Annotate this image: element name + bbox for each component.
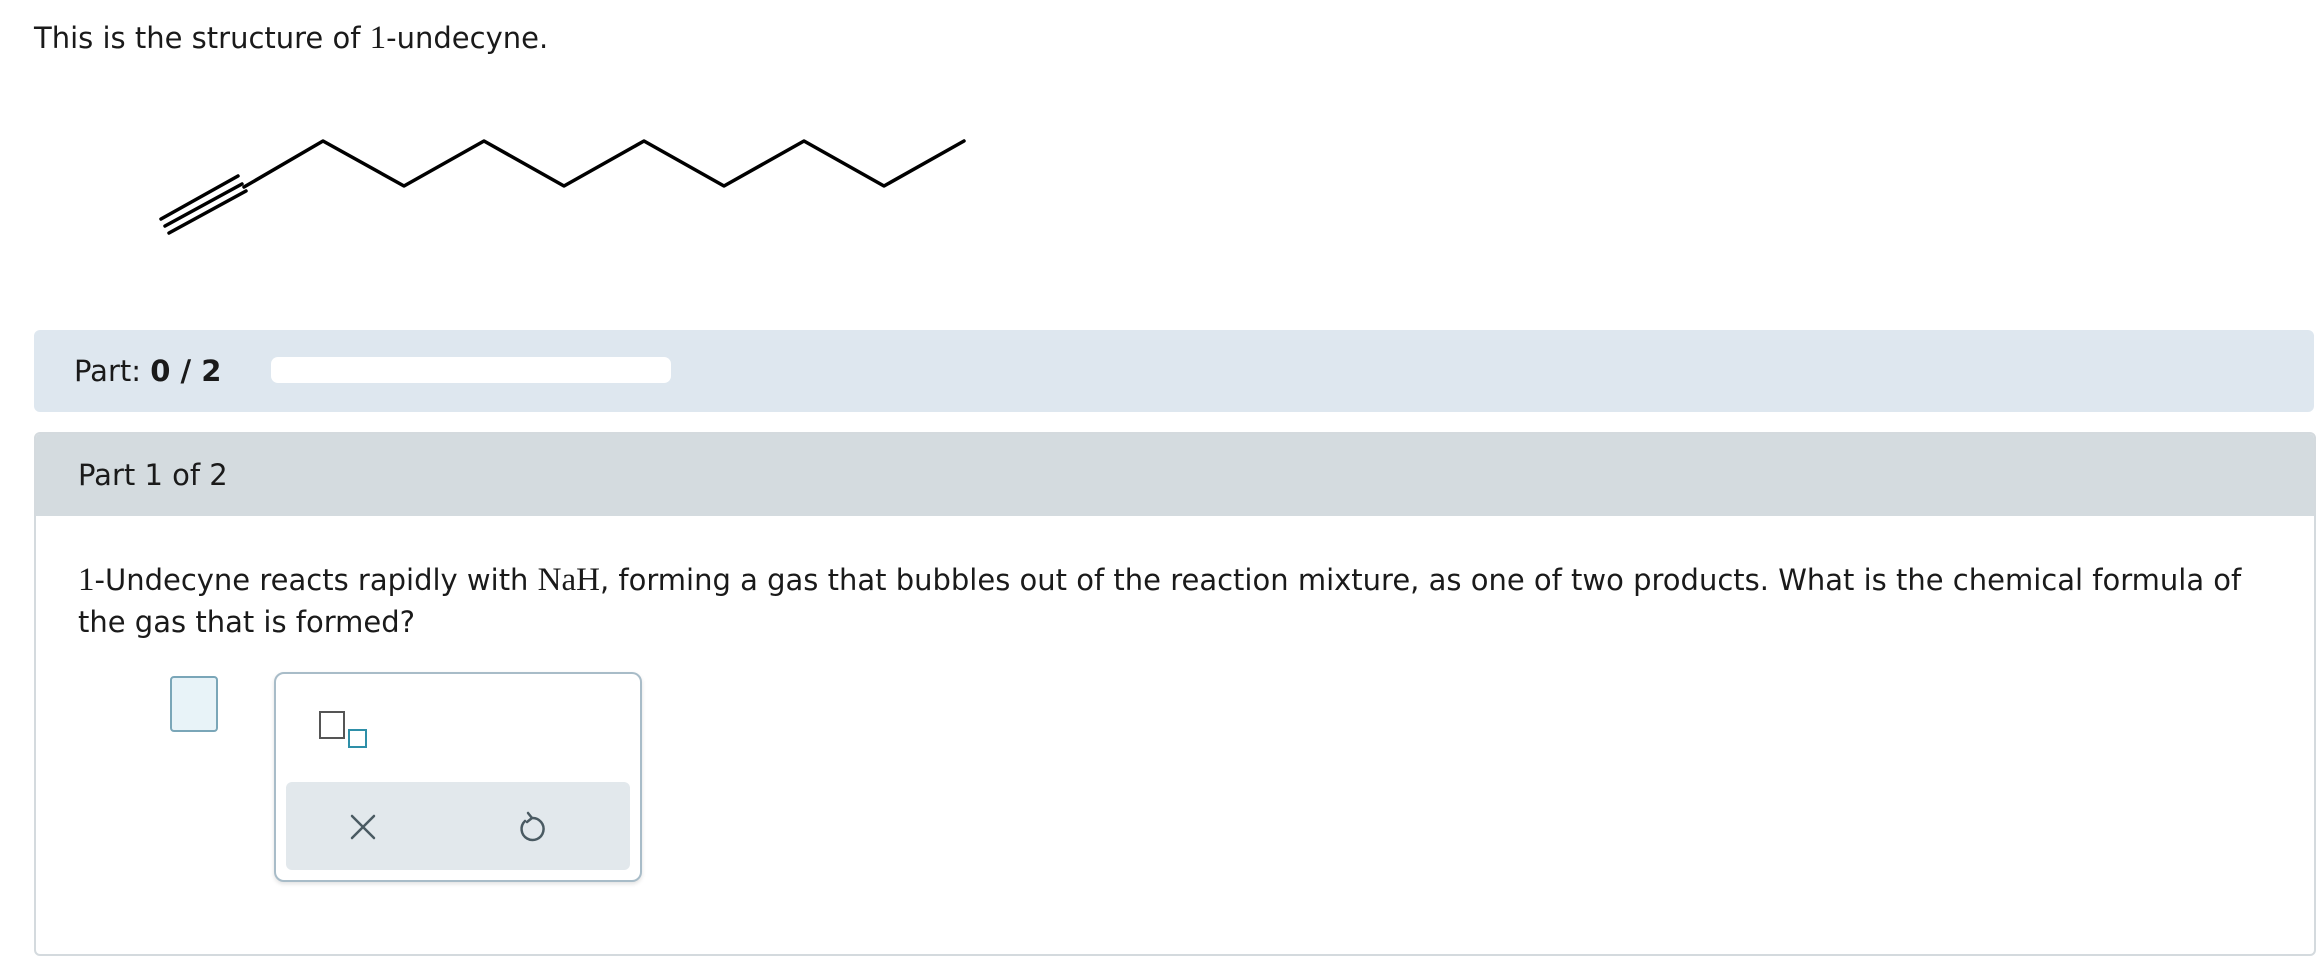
question-text: 1-Undecyne reacts rapidly with NaH, form…	[78, 559, 2278, 643]
part-progress-label: Part: 0 / 2	[74, 352, 221, 390]
progress-track	[271, 357, 671, 383]
undo-icon[interactable]	[514, 808, 550, 846]
triple-bond-line-1	[159, 174, 240, 221]
question-number: 1	[78, 562, 95, 598]
part-card: Part 1 of 2 1-Undecyne reacts rapidly wi…	[34, 432, 2316, 956]
alkyl-chain	[242, 139, 966, 189]
part-card-title: Part 1 of 2	[78, 458, 228, 492]
part-progress-count: 0 / 2	[150, 354, 222, 388]
answer-input[interactable]	[170, 676, 218, 732]
subscript-template-icon[interactable]	[316, 708, 372, 752]
x-icon[interactable]	[346, 810, 380, 844]
formula-tool-panel	[274, 672, 642, 882]
triple-bond-line-3	[167, 189, 248, 235]
undecyne-structure	[159, 139, 966, 235]
reagent-formula: NaH	[537, 562, 600, 598]
question-text-1: -Undecyne reacts rapidly with	[94, 563, 538, 597]
triple-bond-line-2	[163, 182, 244, 228]
part-label: Part:	[74, 354, 142, 388]
part-card-header: Part 1 of 2	[36, 434, 2314, 516]
tool-actions-bar	[286, 782, 630, 870]
part-progress-bar: Part: 0 / 2	[34, 330, 2314, 412]
